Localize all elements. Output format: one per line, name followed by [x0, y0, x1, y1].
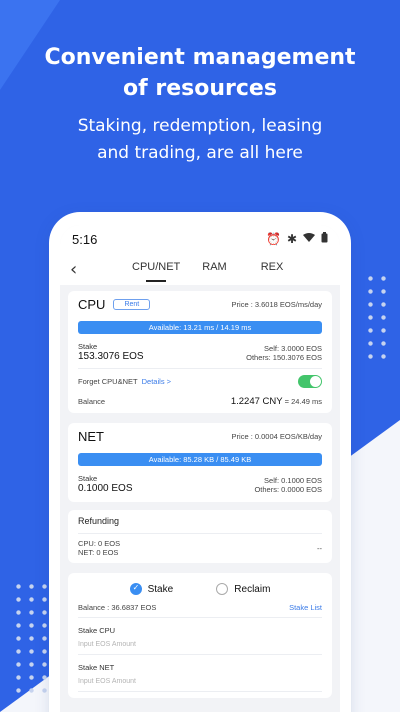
refunding-net: NET: 0 EOS [78, 548, 119, 557]
cpu-stake-label: Stake [78, 342, 98, 351]
promo-headline: Convenient management of resources [0, 42, 400, 104]
net-available-bar: Available: 85.28 KB / 85.49 KB [78, 453, 322, 466]
net-title: NET [78, 429, 104, 444]
promo-headline-line-2: of resources [123, 76, 277, 101]
net-others-stake: Others: 0.0000 EOS [254, 485, 322, 494]
refunding-card: Refunding CPU: 0 EOS NET: 0 EOS -- [68, 510, 332, 563]
phone-frame: 5:16 ⏰ ✱ ‹ CPU/NET RAM REX CPU Rent Pric… [54, 217, 346, 712]
stake-list-link[interactable]: Stake List [289, 603, 322, 612]
refunding-countdown: -- [317, 543, 322, 553]
balance-value: 1.2247 CNY = 24.49 ms [231, 396, 322, 407]
cpu-title: CPU [78, 297, 106, 312]
decorative-dots [364, 272, 392, 362]
back-arrow-icon[interactable]: ‹ [70, 259, 77, 280]
alarm-icon: ⏰ [265, 232, 281, 246]
net-card: NET Price : 0.0004 EOS/KB/day Available:… [68, 423, 332, 502]
divider [78, 617, 322, 618]
checked-radio-icon [129, 583, 142, 595]
promo-subline-line-2: and trading, are all here [97, 143, 303, 163]
divider [78, 368, 322, 369]
phone-screen: 5:16 ⏰ ✱ ‹ CPU/NET RAM REX CPU Rent Pric… [60, 225, 340, 712]
net-self-stake: Self: 0.1000 EOS [264, 476, 322, 485]
promo-subline: Staking, redemption, leasing and trading… [0, 113, 400, 167]
divider [78, 533, 322, 534]
tab-cpu-net[interactable]: CPU/NET [124, 253, 188, 285]
reclaim-option-label: Reclaim [234, 583, 271, 595]
rent-button[interactable]: Rent [113, 299, 151, 310]
net-stake-value: 0.1000 EOS [78, 483, 133, 494]
stake-option[interactable]: Stake [129, 583, 174, 595]
stake-form-card: Stake Reclaim Balance : 36.6837 EOS Stak… [68, 573, 332, 698]
details-link[interactable]: Details > [142, 377, 171, 386]
stake-option-label: Stake [147, 583, 174, 595]
stake-net-input[interactable] [78, 672, 322, 692]
balance-cny: 1.2247 CNY [230, 396, 283, 407]
refunding-title: Refunding [78, 516, 120, 526]
wifi-icon [303, 232, 315, 246]
bluetooth-icon: ✱ [286, 232, 297, 246]
cpu-card: CPU Rent Price : 3.6018 EOS/ms/day Avail… [68, 291, 332, 413]
status-bar: 5:16 ⏰ ✱ [60, 225, 340, 253]
resource-tabs: CPU/NET RAM REX [124, 253, 291, 285]
balance-label: Balance [78, 397, 106, 406]
cpu-price: Price : 3.6018 EOS/ms/day [231, 300, 322, 309]
refunding-cpu: CPU: 0 EOS [78, 539, 121, 548]
tab-ram[interactable]: RAM [194, 253, 234, 285]
stake-balance: Balance : 36.6837 EOS [78, 603, 157, 612]
cpu-available-bar: Available: 13.21 ms / 14.19 ms [78, 321, 322, 334]
net-stake-label: Stake [78, 474, 98, 483]
status-time: 5:16 [72, 231, 98, 247]
cpu-others-stake: Others: 150.3076 EOS [246, 353, 322, 362]
stake-cpu-input[interactable] [78, 635, 322, 655]
net-price: Price : 0.0004 EOS/KB/day [231, 432, 322, 441]
stake-net-label: Stake NET [78, 663, 115, 672]
cpu-self-stake: Self: 3.0000 EOS [264, 344, 322, 353]
stake-cpu-label: Stake CPU [78, 626, 116, 635]
forget-cpu-net-toggle[interactable] [298, 375, 322, 388]
stake-reclaim-switch: Stake Reclaim [78, 579, 322, 599]
promo-subline-line-1: Staking, redemption, leasing [77, 116, 323, 136]
tab-rex[interactable]: REX [253, 253, 292, 285]
battery-icon [321, 232, 328, 246]
cpu-stake-value: 153.3076 EOS [78, 351, 144, 362]
reclaim-option[interactable]: Reclaim [216, 583, 270, 595]
nav-bar: ‹ CPU/NET RAM REX [60, 253, 340, 285]
status-icons: ⏰ ✱ [266, 232, 328, 246]
promo-headline-line-1: Convenient management [44, 45, 356, 70]
forget-cpu-net-label: Forget CPU&NET [78, 377, 138, 386]
unchecked-radio-icon [216, 583, 229, 595]
balance-equivalent: = 24.49 ms [282, 397, 322, 406]
decorative-dots [12, 580, 52, 700]
